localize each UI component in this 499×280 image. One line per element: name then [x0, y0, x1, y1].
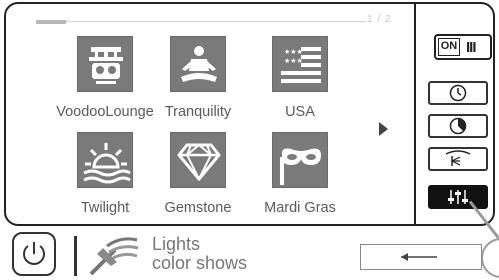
tile-gemstone[interactable]: Gemstone [142, 132, 254, 224]
bottom-separator [74, 236, 77, 276]
tile-label: Mardi Gras [264, 200, 336, 216]
settings-sliders-button[interactable] [428, 185, 488, 209]
svg-text:★★★: ★★★ [284, 48, 303, 56]
on-label: ON [438, 38, 460, 56]
flag-icon: ★★★ ★★★ [272, 36, 328, 92]
tile-tranquility[interactable]: Tranquility [142, 36, 254, 131]
mode-title: Lights [152, 234, 201, 254]
page-progress-fill [36, 20, 66, 24]
diamond-icon [170, 132, 226, 188]
meditation-icon [170, 36, 226, 92]
sliders-icon [448, 190, 468, 204]
power-on-toggle[interactable]: ON III [434, 34, 492, 60]
pool-light-icon [89, 237, 139, 276]
main-screen: 1 / 2 VoodooLounge Tranquility ★★★ ★★★ U… [4, 2, 495, 226]
light-beam-icon [445, 150, 471, 166]
bars-label: III [466, 39, 476, 56]
schedule-button[interactable] [428, 81, 488, 105]
back-button[interactable] [360, 244, 482, 270]
side-panel-divider [414, 4, 416, 224]
timer-icon [449, 117, 467, 135]
tile-mardi-gras[interactable]: Mardi Gras [244, 132, 356, 224]
page-indicator: 1 / 2 [367, 14, 392, 25]
light-beam-button[interactable] [428, 147, 488, 171]
page-progress-track [36, 21, 366, 22]
tile-usa[interactable]: ★★★ ★★★ USA [244, 36, 356, 131]
tile-label: USA [285, 104, 315, 120]
power-button[interactable] [12, 232, 56, 276]
sunset-icon [77, 132, 133, 188]
clock-icon [449, 84, 467, 102]
mode-subtitle: color shows [152, 253, 248, 273]
svg-text:★★★: ★★★ [284, 57, 303, 65]
voodoo-mask-icon [77, 36, 133, 92]
timer-button[interactable] [428, 114, 488, 138]
masquerade-mask-icon [272, 132, 328, 188]
left-arrow-icon [401, 253, 437, 261]
next-page-arrow[interactable] [379, 122, 388, 136]
power-icon [23, 242, 45, 265]
tile-label: Gemstone [164, 200, 232, 216]
tile-label: Tranquility [164, 104, 232, 120]
